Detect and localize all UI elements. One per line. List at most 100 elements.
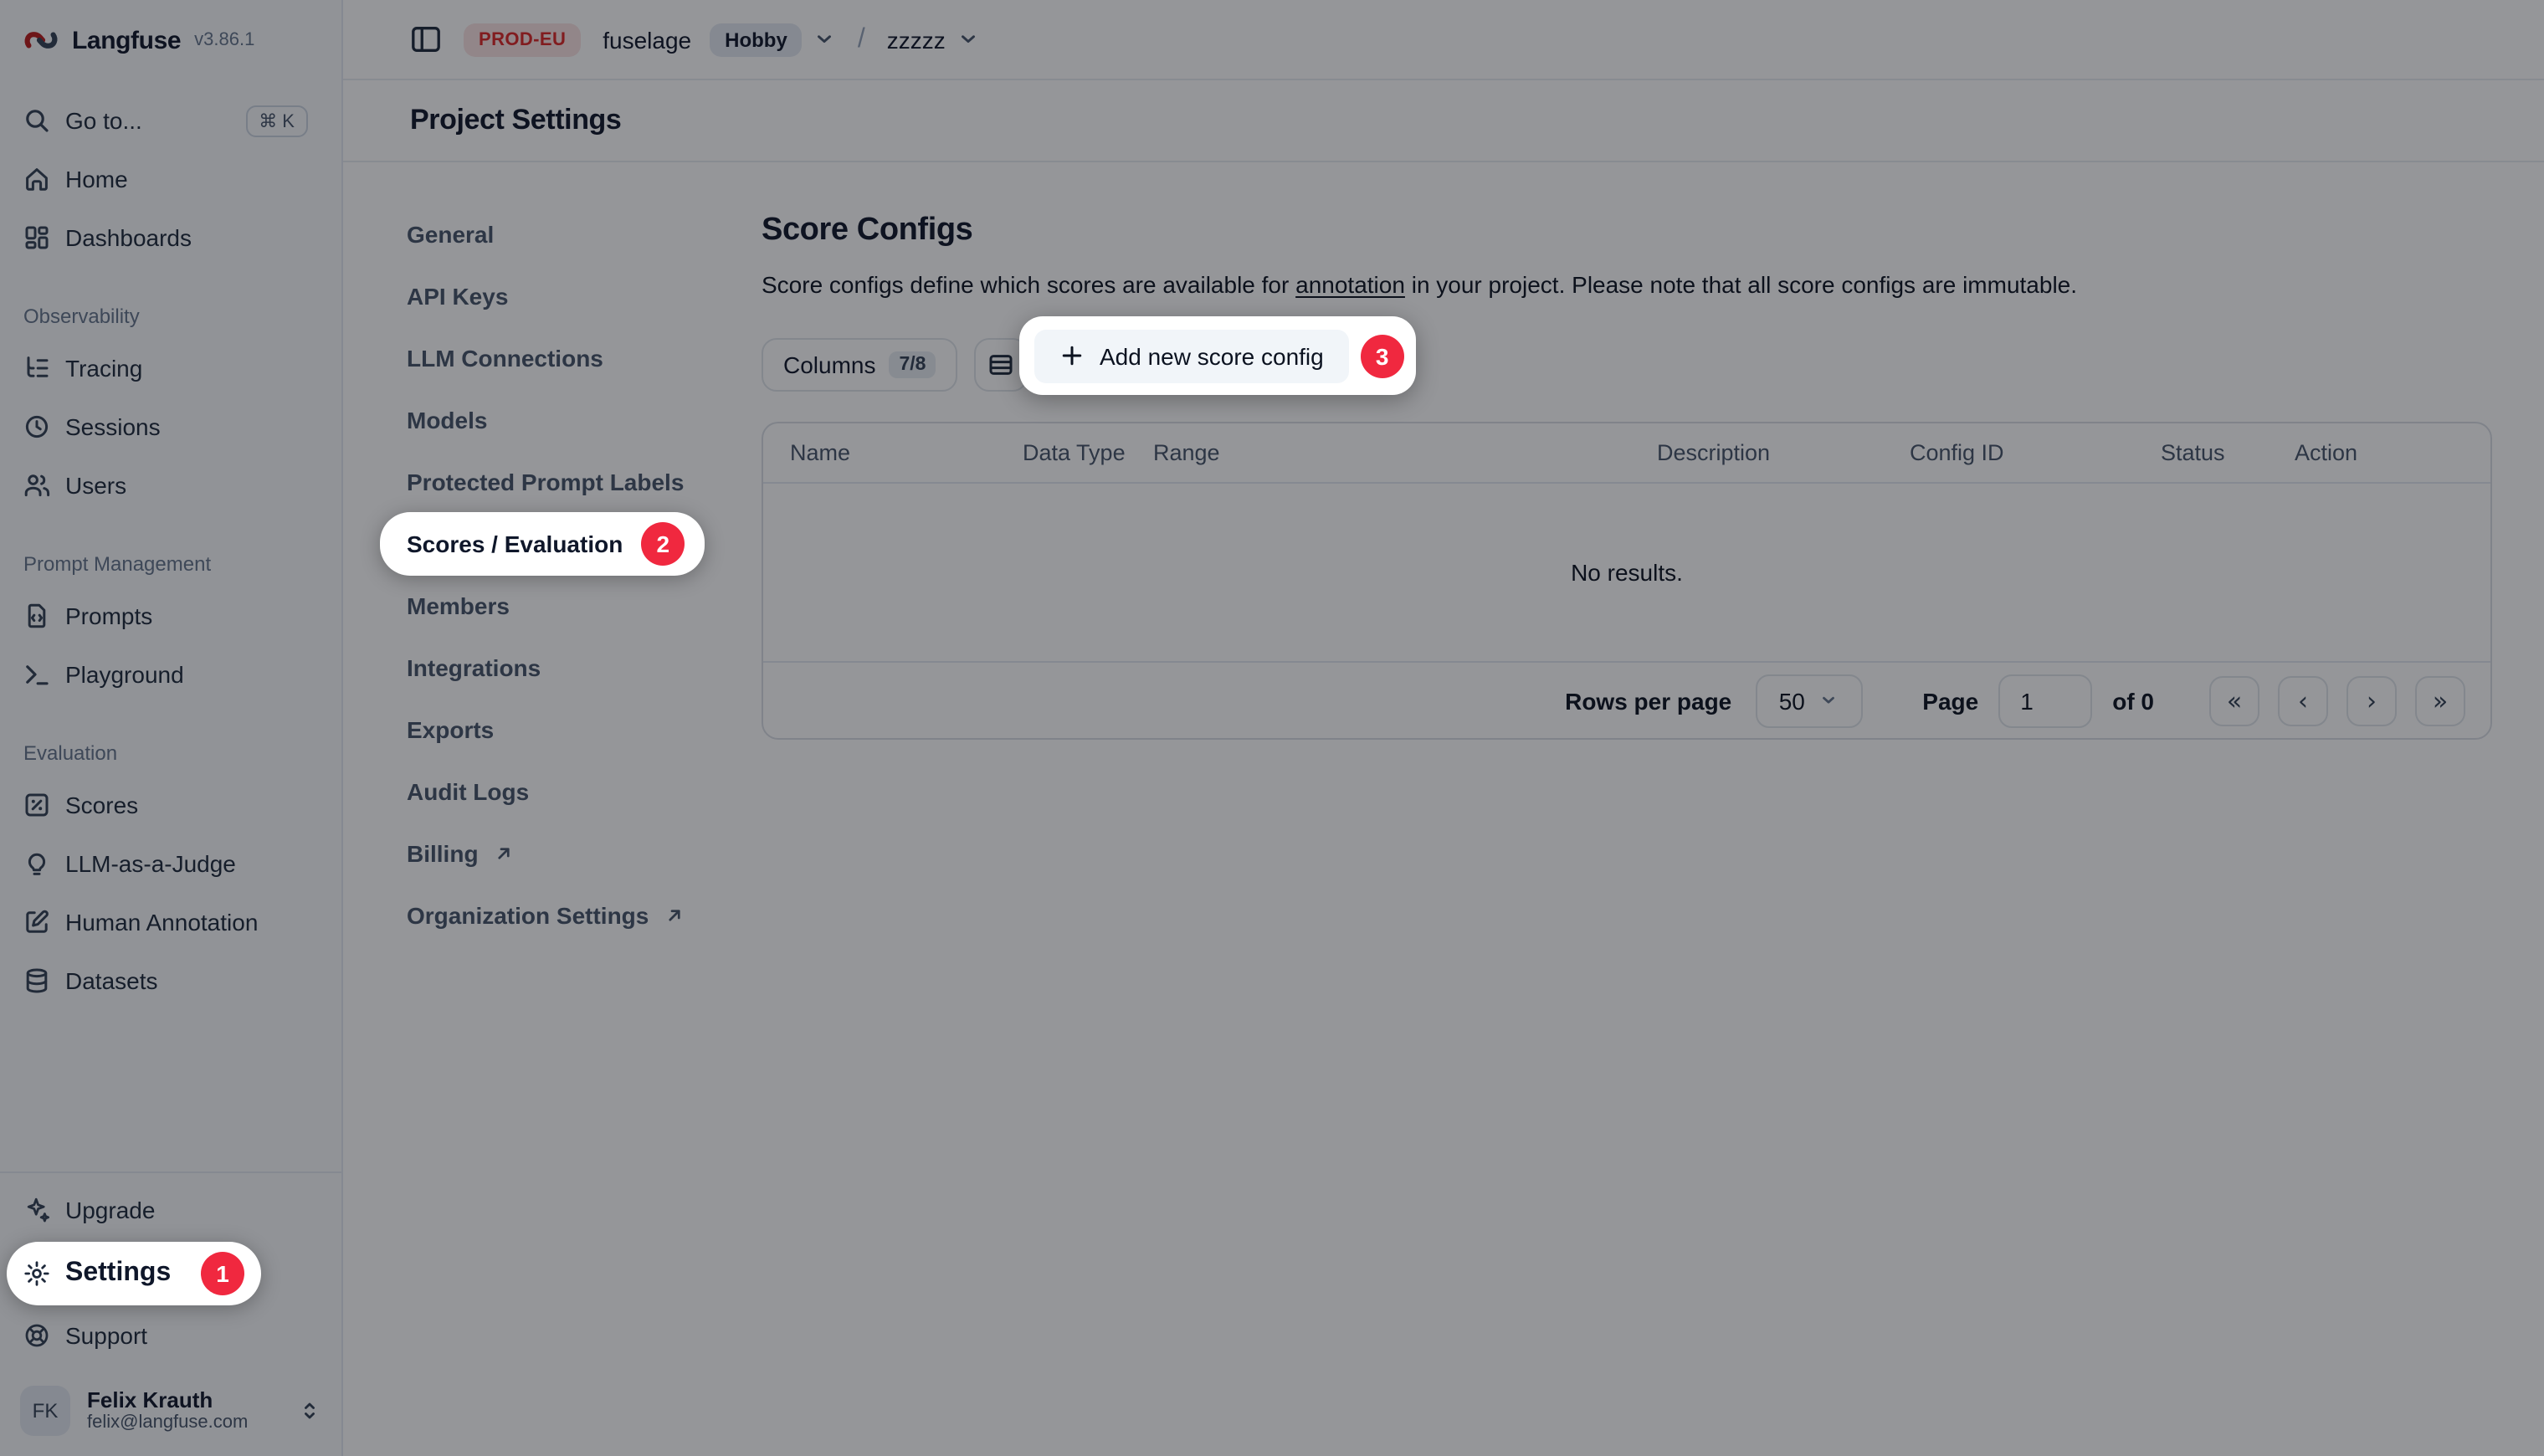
sidebar-item-label: Support: [65, 1322, 147, 1349]
sidebar-item-llm-judge[interactable]: LLM-as-a-Judge: [20, 837, 321, 890]
add-score-config-button[interactable]: Add new score config: [1034, 329, 1349, 382]
previous-page-button[interactable]: ‹: [2278, 675, 2328, 725]
sidebar-item-sessions[interactable]: Sessions: [20, 400, 321, 454]
table-header-row: Name Data Type Range Description Config …: [763, 423, 2490, 484]
nav-label: API Keys: [407, 283, 508, 310]
description-text: in your project. Please note that all sc…: [1405, 271, 2077, 298]
tutorial-step-badge-1: 1: [201, 1252, 244, 1295]
settings-nav-models[interactable]: Models: [380, 395, 514, 445]
settings-nav-integrations[interactable]: Integrations: [380, 643, 567, 693]
rows-per-page-value: 50: [1779, 687, 1805, 714]
last-page-button[interactable]: »: [2415, 675, 2465, 725]
clock-icon: [23, 413, 50, 440]
brand[interactable]: Langfuse v3.86.1: [20, 0, 321, 80]
nav-label: Billing: [407, 840, 479, 867]
sidebar-item-human-annotation[interactable]: Human Annotation: [20, 895, 321, 949]
sidebar-item-tracing[interactable]: Tracing: [20, 341, 321, 395]
sidebar-item-settings[interactable]: Settings 1: [7, 1242, 261, 1305]
plan-selector[interactable]: Hobby: [710, 23, 836, 56]
plan-badge: Hobby: [710, 23, 803, 56]
sidebar: Langfuse v3.86.1 Go to... ⌘ K Home Dashb…: [0, 0, 343, 1456]
main-area: PROD-EU fuselage Hobby / zzzzz Project S…: [343, 0, 2544, 1456]
column-header-name[interactable]: Name: [790, 440, 1023, 465]
settings-nav-llm-connections[interactable]: LLM Connections: [380, 333, 630, 383]
page-number-input[interactable]: [1998, 674, 2092, 727]
terminal-icon: [23, 661, 50, 688]
column-header-config-id[interactable]: Config ID: [1910, 440, 2161, 465]
user-menu[interactable]: FK Felix Krauth felix@langfuse.com: [20, 1386, 321, 1436]
sidebar-item-label: Scores: [65, 792, 138, 818]
first-page-button[interactable]: «: [2209, 675, 2259, 725]
nav-label: Members: [407, 592, 510, 619]
annotation-pen-icon: [23, 909, 50, 936]
score-percent-icon: [23, 792, 50, 818]
project-selector[interactable]: zzzzz: [887, 26, 979, 53]
column-header-range[interactable]: Range: [1153, 440, 1657, 465]
user-email: felix@langfuse.com: [87, 1412, 248, 1434]
sidebar-bottom-section: Upgrade Settings 1 Support FK Felix Krau…: [0, 1171, 341, 1456]
section-title: Score Configs: [762, 213, 2492, 249]
sidebar-toggle-button[interactable]: [410, 23, 442, 55]
annotation-link[interactable]: annotation: [1295, 271, 1405, 298]
settings-nav-protected-prompt-labels[interactable]: Protected Prompt Labels: [380, 457, 710, 507]
sidebar-item-users[interactable]: Users: [20, 459, 321, 512]
page-header: Project Settings: [343, 80, 2544, 162]
chevron-down-icon: [1820, 691, 1839, 710]
brand-version: v3.86.1: [194, 30, 254, 50]
column-header-status[interactable]: Status: [2161, 440, 2295, 465]
settings-nav-audit-logs[interactable]: Audit Logs: [380, 766, 556, 817]
sidebar-item-scores[interactable]: Scores: [20, 778, 321, 832]
org-breadcrumb[interactable]: fuselage: [603, 26, 691, 53]
sidebar-item-label: Sessions: [65, 413, 161, 440]
column-header-description[interactable]: Description: [1657, 440, 1910, 465]
page-title: Project Settings: [410, 104, 621, 137]
sidebar-item-upgrade[interactable]: Upgrade: [20, 1183, 321, 1237]
table-footer: Rows per page 50 Page of 0 «: [763, 661, 2490, 738]
column-header-data-type[interactable]: Data Type: [1023, 440, 1153, 465]
tutorial-step-badge-2: 2: [641, 522, 685, 566]
sidebar-item-dashboards[interactable]: Dashboards: [20, 211, 321, 264]
pagination-buttons: « ‹ › »: [2209, 675, 2465, 725]
database-icon: [23, 967, 50, 994]
empty-state-text: No results.: [763, 484, 2490, 661]
brand-name: Langfuse: [72, 26, 181, 54]
settings-nav-api-keys[interactable]: API Keys: [380, 271, 535, 321]
nav-label: Integrations: [407, 654, 541, 681]
sidebar-item-support[interactable]: Support: [20, 1309, 321, 1362]
nav-label: Exports: [407, 716, 494, 743]
langfuse-app: Langfuse v3.86.1 Go to... ⌘ K Home Dashb…: [0, 0, 2544, 1456]
settings-nav-billing[interactable]: Billing: [380, 828, 541, 879]
search-icon: [23, 107, 50, 134]
nav-label: Audit Logs: [407, 778, 529, 805]
nav-label: General: [407, 221, 494, 248]
tutorial-highlight-card: Add new score config 3: [1019, 316, 1416, 395]
section-label-observability: Observability: [23, 305, 321, 328]
sidebar-item-home[interactable]: Home: [20, 152, 321, 206]
sidebar-item-prompts[interactable]: Prompts: [20, 589, 321, 643]
sidebar-item-label: Go to...: [65, 107, 142, 134]
user-name: Felix Krauth: [87, 1387, 248, 1412]
nav-label: LLM Connections: [407, 345, 603, 372]
rows-per-page-select[interactable]: 50: [1755, 674, 1862, 727]
columns-button[interactable]: Columns 7/8: [762, 337, 958, 391]
sidebar-item-label: Dashboards: [65, 224, 192, 251]
chevron-down-icon: [957, 28, 979, 50]
settings-nav-exports[interactable]: Exports: [380, 705, 521, 755]
sidebar-item-goto[interactable]: Go to... ⌘ K: [20, 94, 321, 147]
sidebar-item-datasets[interactable]: Datasets: [20, 954, 321, 1007]
sparkles-icon: [23, 1197, 50, 1223]
external-link-icon: [664, 905, 684, 925]
settings-nav-general[interactable]: General: [380, 209, 521, 259]
sidebar-item-label: Playground: [65, 661, 184, 688]
avatar: FK: [20, 1386, 70, 1436]
users-icon: [23, 472, 50, 499]
nav-label: Organization Settings: [407, 902, 649, 929]
column-header-action[interactable]: Action: [2295, 440, 2464, 465]
settings-nav-scores-evaluation[interactable]: Scores / Evaluation 2: [380, 512, 705, 576]
home-icon: [23, 166, 50, 192]
sidebar-item-playground[interactable]: Playground: [20, 648, 321, 701]
settings-nav-members[interactable]: Members: [380, 581, 536, 631]
next-page-button[interactable]: ›: [2347, 675, 2397, 725]
sidebar-item-label: Settings: [65, 1259, 171, 1289]
settings-nav-organization-settings[interactable]: Organization Settings: [380, 890, 710, 941]
